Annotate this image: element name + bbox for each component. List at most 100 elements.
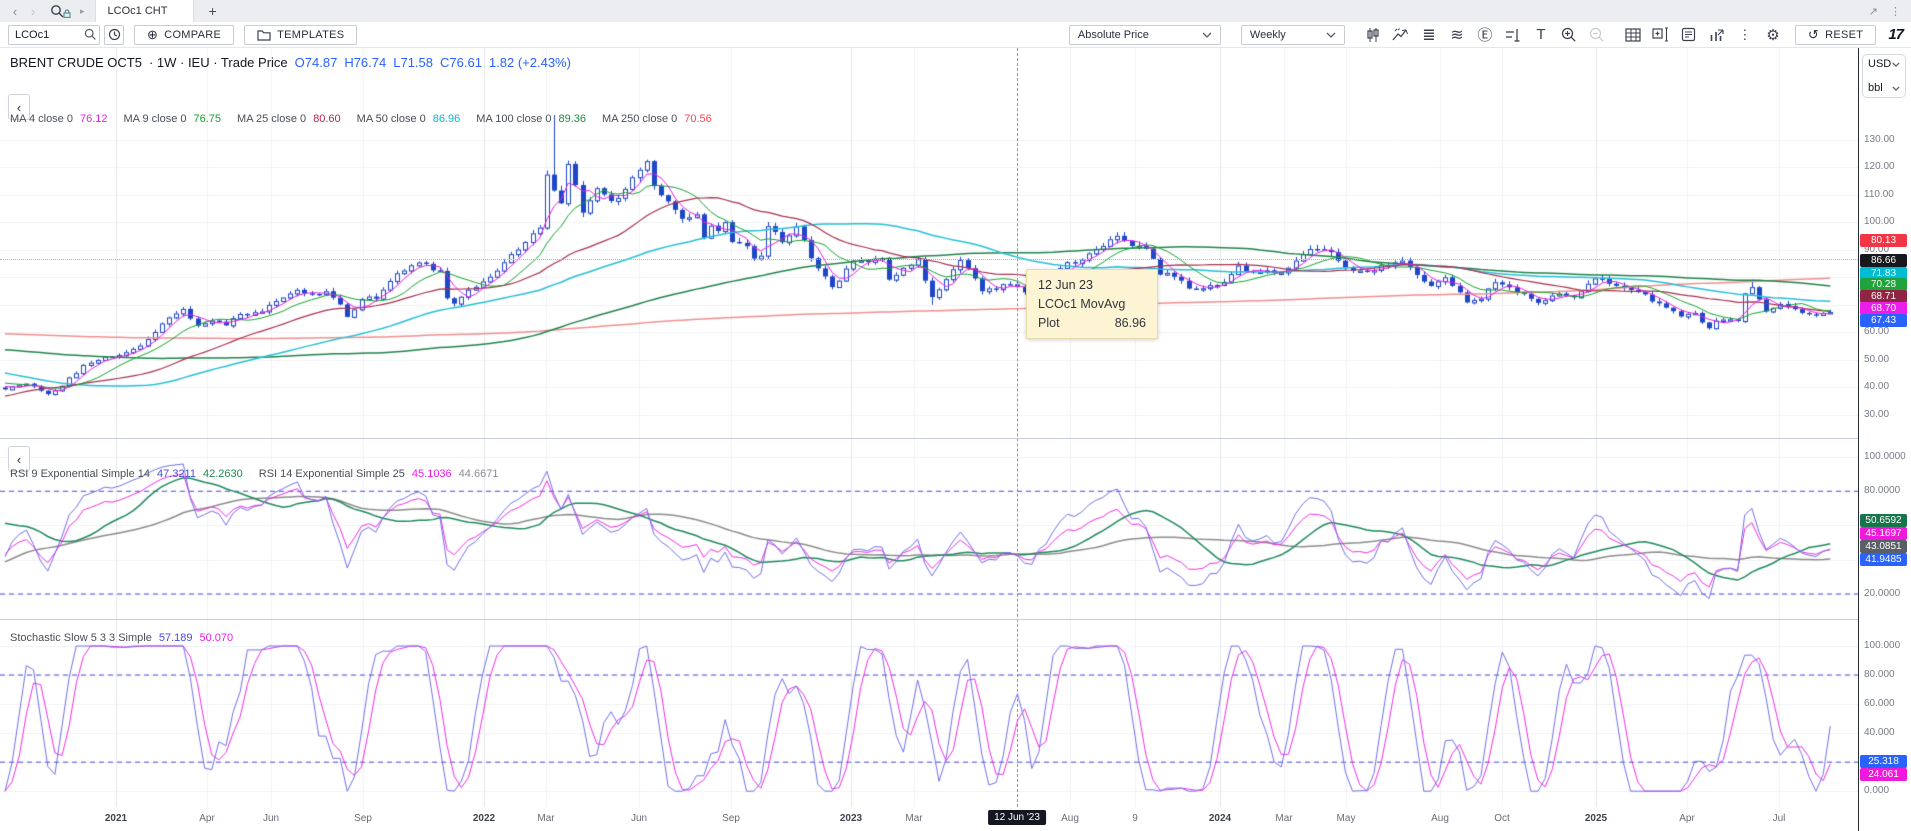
events-icon[interactable]: Ⓔ: [1473, 24, 1497, 46]
rsi-legend-item[interactable]: RSI 14 Exponential Simple 2545.103644.66…: [259, 468, 499, 480]
time-axis[interactable]: 2021 Apr Jun Sep 2022 Mar Jun Sep 2023 Mar Aug 9 202…: [0, 807, 1911, 831]
chart-export-icon[interactable]: [1705, 24, 1729, 46]
compare-button[interactable]: ⊕ COMPARE: [134, 25, 234, 45]
ma-legend-item[interactable]: MA 9 close 076.75: [124, 113, 222, 125]
stoch-legend-value: 50.070: [200, 632, 234, 644]
chevron-down-icon: [1892, 62, 1900, 67]
time-axis-label[interactable]: Apr: [1679, 813, 1695, 824]
new-tab-button[interactable]: +: [208, 3, 216, 19]
time-axis-label[interactable]: 2024: [1209, 813, 1231, 824]
unit-select[interactable]: bbl: [1868, 82, 1900, 94]
rsi-axis-tick[interactable]: 20.0000: [1864, 588, 1900, 599]
stoch-axis-tick[interactable]: 80.000: [1864, 669, 1895, 680]
compare-plus-icon: ⊕: [147, 27, 158, 43]
rsi-axis-value-label[interactable]: 50.6592: [1860, 514, 1907, 527]
stoch-axis-tick[interactable]: 60.000: [1864, 698, 1895, 709]
price-line-icon[interactable]: [1501, 24, 1525, 46]
time-axis-label[interactable]: Mar: [537, 813, 554, 824]
price-axis-tick[interactable]: 100.00: [1864, 216, 1895, 227]
interval-select[interactable]: Weekly: [1241, 25, 1345, 45]
tradingview-logo-icon[interactable]: 17: [1888, 26, 1903, 43]
rsi-legend-item[interactable]: RSI 9 Exponential Simple 1447.321142.263…: [10, 468, 243, 480]
crosshair-horizontal-line: [0, 259, 1858, 260]
stoch-axis-value-label[interactable]: 25.318: [1860, 755, 1907, 768]
time-axis-label[interactable]: 9: [1132, 813, 1138, 824]
reset-button[interactable]: ↺ RESET: [1795, 25, 1876, 45]
more-icon[interactable]: ⋮: [1890, 5, 1901, 18]
price-scale-border[interactable]: [1858, 48, 1859, 831]
nav-back-icon[interactable]: ‹: [6, 4, 24, 19]
rsi-axis-value-label[interactable]: 43.0851: [1860, 540, 1907, 553]
time-axis-label[interactable]: 2023: [840, 813, 862, 824]
price-axis-value-label[interactable]: 67.43: [1860, 314, 1907, 327]
rsi-chart-canvas[interactable]: [0, 438, 1858, 619]
text-tool-icon[interactable]: T: [1529, 24, 1553, 46]
ma-legend-item[interactable]: MA 4 close 076.12: [10, 113, 108, 125]
price-axis-tick[interactable]: 50.00: [1864, 354, 1889, 365]
panel-divider[interactable]: [0, 438, 1858, 439]
rsi-axis-value-label[interactable]: 41.9485: [1860, 553, 1907, 566]
price-axis-tick[interactable]: 130.00: [1864, 134, 1895, 145]
time-axis-label[interactable]: Oct: [1494, 813, 1510, 824]
ma-legend-item[interactable]: MA 50 close 086.96: [357, 113, 461, 125]
search-icon[interactable]: [50, 4, 76, 19]
price-axis-tick[interactable]: 60.00: [1864, 326, 1889, 337]
time-axis-label[interactable]: 2021: [105, 813, 127, 824]
zoom-out-icon[interactable]: [1585, 24, 1609, 46]
data-table-icon[interactable]: [1621, 24, 1645, 46]
zoom-in-icon[interactable]: [1557, 24, 1581, 46]
time-axis-label[interactable]: Apr: [199, 813, 215, 824]
price-chart-canvas[interactable]: [0, 48, 1858, 438]
time-axis-label[interactable]: 2022: [473, 813, 495, 824]
currency-select[interactable]: USD: [1868, 58, 1900, 70]
time-axis-label[interactable]: Jun: [631, 813, 647, 824]
add-panel-icon[interactable]: [1649, 24, 1673, 46]
popout-icon[interactable]: ↗: [1869, 5, 1878, 18]
price-axis-value-label[interactable]: 80.13: [1860, 234, 1907, 247]
nav-forward-icon[interactable]: ›: [24, 4, 42, 19]
time-axis-label[interactable]: Jul: [1773, 813, 1786, 824]
time-axis-label[interactable]: Sep: [354, 813, 372, 824]
ohlc-low: L71.58: [393, 55, 433, 70]
panel-divider[interactable]: [0, 619, 1858, 620]
price-axis-tick[interactable]: 110.00: [1864, 189, 1894, 200]
stochastic-chart-canvas[interactable]: [0, 619, 1858, 807]
recent-symbols-button[interactable]: [104, 25, 124, 45]
settings-gear-icon[interactable]: ⚙: [1761, 24, 1785, 46]
indicators-icon[interactable]: ≋: [1445, 24, 1469, 46]
time-axis-label[interactable]: Jun: [263, 813, 279, 824]
ma-legend-item[interactable]: MA 25 close 080.60: [237, 113, 341, 125]
time-axis-label[interactable]: Mar: [1275, 813, 1292, 824]
symbol-name[interactable]: BRENT CRUDE OCT5: [10, 55, 142, 70]
time-axis-label[interactable]: Mar: [905, 813, 922, 824]
signals-icon[interactable]: [1389, 24, 1413, 46]
rsi-axis-value-label[interactable]: 45.1697: [1860, 527, 1907, 540]
stoch-axis-tick[interactable]: 0.000: [1864, 785, 1889, 796]
time-axis-label[interactable]: May: [1337, 813, 1356, 824]
time-axis-label[interactable]: 2025: [1585, 813, 1607, 824]
kebab-menu-icon[interactable]: ⋮: [1733, 24, 1757, 46]
time-axis-label[interactable]: Aug: [1431, 813, 1449, 824]
ma-legend-item[interactable]: MA 100 close 089.36: [476, 113, 586, 125]
ma-legend-item[interactable]: MA 250 close 070.56: [602, 113, 712, 125]
price-axis-tick[interactable]: 120.00: [1864, 161, 1895, 172]
stoch-axis-value-label[interactable]: 24.061: [1860, 768, 1907, 781]
price-axis-tick[interactable]: 40.00: [1864, 381, 1889, 392]
price-mode-select[interactable]: Absolute Price: [1069, 25, 1221, 45]
time-axis-label[interactable]: Aug: [1061, 813, 1079, 824]
price-axis-value-label[interactable]: 86.66: [1860, 254, 1907, 267]
time-axis-label[interactable]: Sep: [722, 813, 740, 824]
layers-icon[interactable]: ≣: [1417, 24, 1441, 46]
reset-icon: ↺: [1808, 27, 1819, 43]
chart-style-icon[interactable]: [1361, 24, 1385, 46]
stoch-legend-item[interactable]: Stochastic Slow 5 3 3 Simple57.18950.070: [10, 632, 233, 644]
stoch-axis-tick[interactable]: 40.000: [1864, 727, 1895, 738]
news-icon[interactable]: [1677, 24, 1701, 46]
stoch-axis-tick[interactable]: 100.000: [1864, 640, 1900, 651]
rsi-axis-tick[interactable]: 100.0000: [1864, 451, 1906, 462]
rsi-axis-tick[interactable]: 80.0000: [1864, 485, 1900, 496]
templates-button[interactable]: TEMPLATES: [244, 25, 357, 45]
tab-lcoc1-cht[interactable]: LCOc1 CHT: [95, 0, 195, 22]
price-axis-tick[interactable]: 30.00: [1864, 409, 1889, 420]
ma-legend-value: 89.36: [559, 113, 587, 125]
